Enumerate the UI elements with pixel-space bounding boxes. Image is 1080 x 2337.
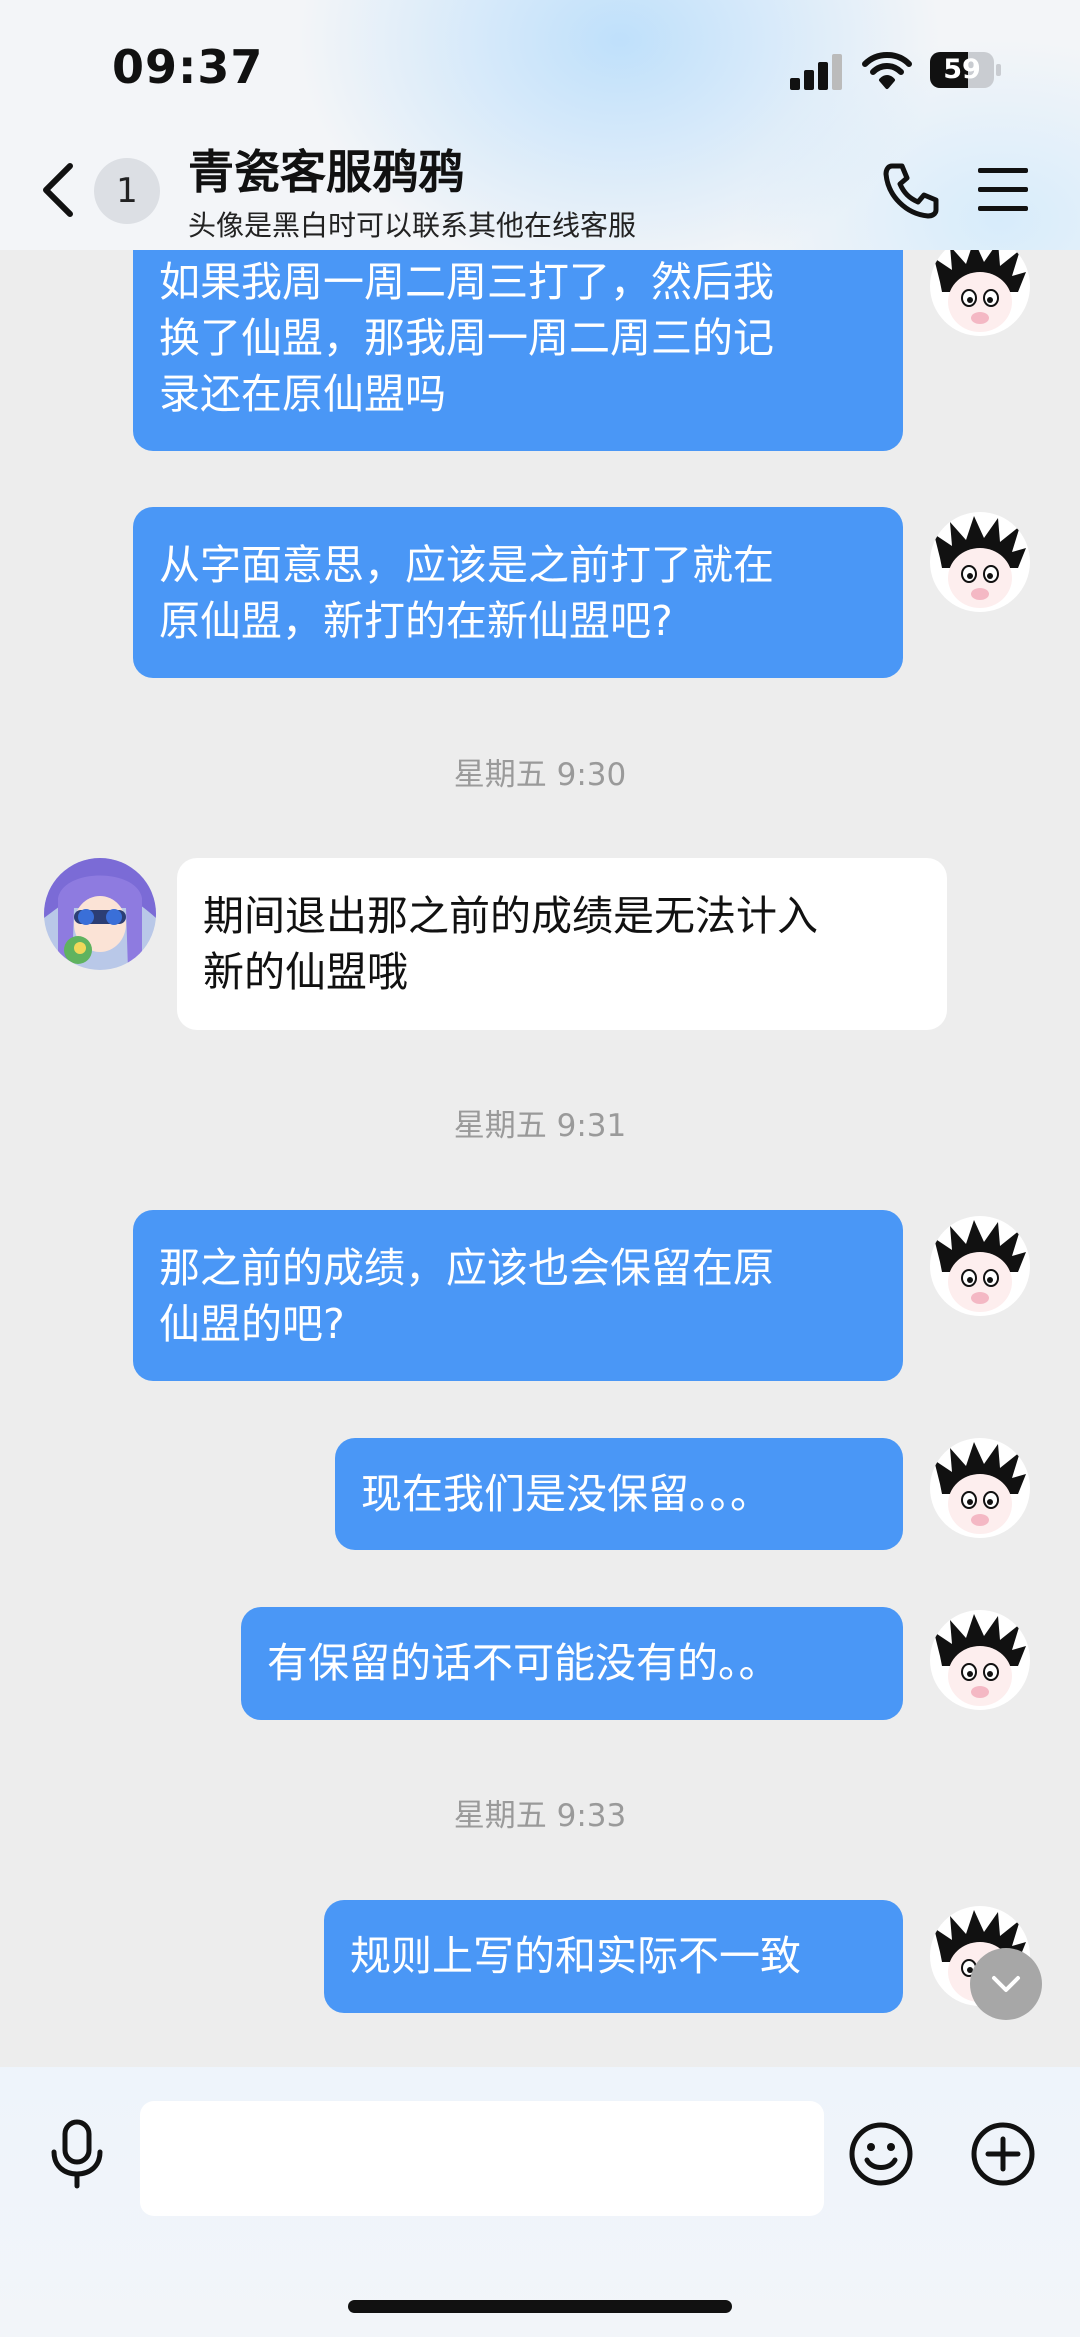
message-line: 新的仙盟哦 xyxy=(203,948,408,996)
message-bubble-outgoing[interactable]: 如果我周一周二周三打了，然后我 换了仙盟，那我周一周二周三的记 录还在原仙盟吗 xyxy=(133,248,903,451)
message-line: 现在我们是没保留。。。 xyxy=(361,1470,771,1518)
battery-level: 59 xyxy=(943,54,981,85)
message-bubble-outgoing[interactable]: 规则上写的和实际不一致 xyxy=(324,1900,903,2013)
timestamp: 星期五 9:31 xyxy=(453,1108,627,1144)
cellular-signal-icon xyxy=(790,54,842,90)
timestamp: 星期五 9:30 xyxy=(453,757,627,793)
phone-icon[interactable] xyxy=(880,160,940,220)
avatar-user[interactable] xyxy=(930,236,1030,336)
message-line: 期间退出那之前的成绩是无法计入 xyxy=(203,892,818,940)
message-line: 换了仙盟，那我周一周二周三的记 xyxy=(159,314,774,362)
avatar-user[interactable] xyxy=(930,1610,1030,1710)
microphone-icon[interactable] xyxy=(46,2118,108,2190)
message-line: 仙盟的吧? xyxy=(159,1300,345,1348)
message-input[interactable] xyxy=(140,2101,824,2216)
message-bubble-outgoing[interactable]: 从字面意思，应该是之前打了就在 原仙盟，新打的在新仙盟吧? xyxy=(133,507,903,678)
avatar-service[interactable] xyxy=(44,858,156,970)
message-bubble-outgoing[interactable]: 现在我们是没保留。。。 xyxy=(335,1438,903,1550)
avatar-user[interactable] xyxy=(930,1216,1030,1316)
menu-icon[interactable] xyxy=(978,168,1028,212)
back-button[interactable] xyxy=(36,160,80,220)
message-line: 原仙盟，新打的在新仙盟吧? xyxy=(159,597,673,645)
status-time: 09:37 xyxy=(112,40,264,94)
message-line: 那之前的成绩，应该也会保留在原 xyxy=(159,1244,774,1292)
chat-title: 青瓷客服鸦鸦 xyxy=(188,145,464,199)
timestamp: 星期五 9:33 xyxy=(453,1798,627,1834)
chat-subtitle: 头像是黑白时可以联系其他在线客服 xyxy=(188,209,637,242)
home-indicator xyxy=(348,2300,732,2313)
plus-icon[interactable] xyxy=(970,2121,1036,2187)
chevron-down-icon xyxy=(992,1976,1020,1992)
message-line: 规则上写的和实际不一致 xyxy=(350,1932,801,1980)
message-bubble-outgoing[interactable]: 那之前的成绩，应该也会保留在原 仙盟的吧? xyxy=(133,1210,903,1381)
header: 09:37 59 1 青瓷客服鸦鸦 头像是黑白时可以联系其他在线客服 xyxy=(0,0,1080,250)
avatar-user[interactable] xyxy=(930,512,1030,612)
unread-badge[interactable]: 1 xyxy=(94,158,160,224)
message-line: 录还在原仙盟吗 xyxy=(159,370,446,418)
message-bubble-outgoing[interactable]: 有保留的话不可能没有的。。 xyxy=(241,1607,903,1720)
battery-icon: 59 xyxy=(930,52,1002,88)
message-line: 有保留的话不可能没有的。。 xyxy=(267,1639,780,1687)
emoji-icon[interactable] xyxy=(848,2121,914,2187)
message-bubble-incoming[interactable]: 期间退出那之前的成绩是无法计入 新的仙盟哦 xyxy=(177,858,947,1030)
wifi-icon xyxy=(862,52,912,89)
scroll-to-bottom-button[interactable] xyxy=(970,1948,1042,2020)
avatar-user[interactable] xyxy=(930,1438,1030,1538)
message-line: 如果我周一周二周三打了，然后我 xyxy=(159,258,774,306)
message-line: 从字面意思，应该是之前打了就在 xyxy=(159,541,774,589)
